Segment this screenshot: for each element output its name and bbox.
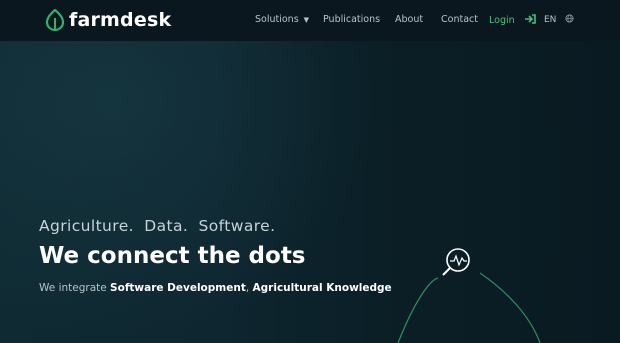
hero-intro: We integrate Software Development, Agric… bbox=[39, 282, 392, 294]
brand-name: farmdesk bbox=[69, 9, 172, 31]
brand-logo[interactable]: farmdesk bbox=[46, 9, 171, 31]
globe-icon bbox=[565, 14, 574, 23]
nav-solutions[interactable]: Solutions ▼ bbox=[255, 14, 309, 25]
nav-publications[interactable]: Publications bbox=[323, 14, 380, 25]
intro-separator: , bbox=[245, 282, 253, 294]
magnifier-chart-icon bbox=[442, 248, 470, 276]
hero-headline: We connect the dots bbox=[39, 243, 306, 269]
language-label: EN bbox=[544, 15, 557, 25]
language-selector[interactable]: EN bbox=[544, 14, 574, 25]
nav-login[interactable]: Login bbox=[489, 14, 536, 26]
nav-about[interactable]: About bbox=[395, 14, 423, 25]
nav-login-label: Login bbox=[489, 15, 515, 26]
login-arrow-icon bbox=[524, 14, 536, 24]
hero-tagline: Agriculture. Data. Software. bbox=[39, 217, 276, 235]
chevron-down-icon: ▼ bbox=[303, 16, 310, 24]
intro-software-development: Software Development bbox=[110, 282, 246, 294]
intro-prefix: We integrate bbox=[39, 282, 111, 294]
hero-illustration bbox=[397, 248, 541, 343]
intro-agricultural-knowledge: Agricultural Knowledge bbox=[252, 282, 392, 294]
top-navbar: farmdesk Solutions ▼ Publications About C… bbox=[0, 0, 620, 41]
hero-background-glow bbox=[0, 41, 380, 343]
nav-solutions-label: Solutions bbox=[255, 14, 299, 25]
leaf-logo-icon bbox=[46, 9, 64, 31]
nav-contact[interactable]: Contact bbox=[441, 14, 478, 25]
